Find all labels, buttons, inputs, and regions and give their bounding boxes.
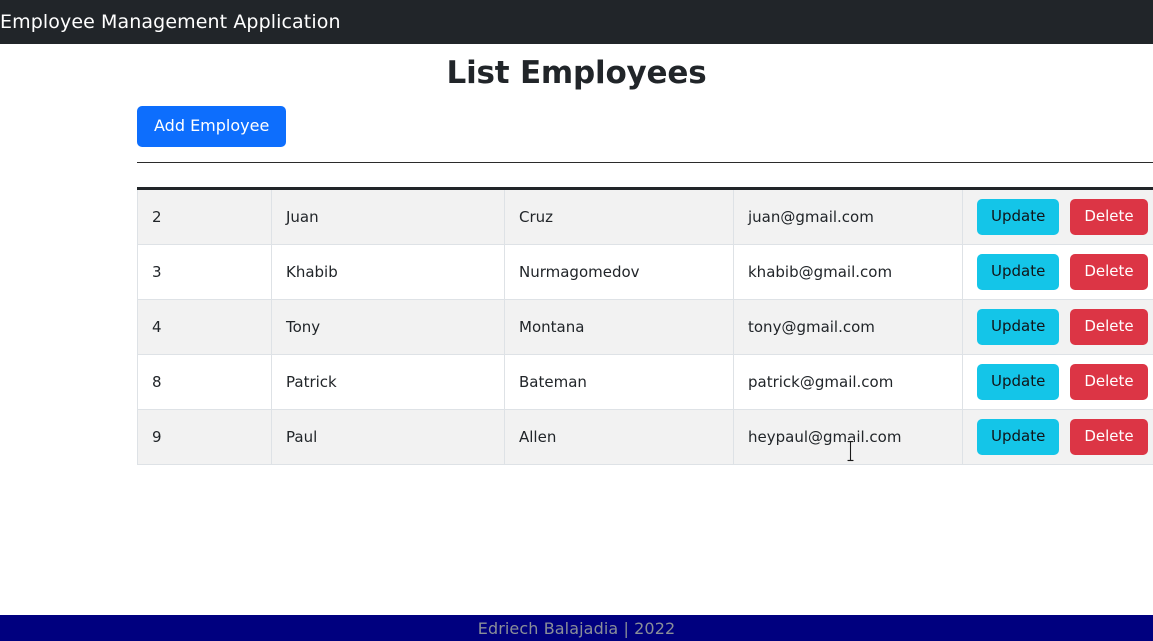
- cell-id: 2: [137, 188, 272, 245]
- delete-button[interactable]: Delete: [1070, 419, 1148, 455]
- table-row: 9 Paul Allen heypaul@gmail.com Update Delete: [137, 409, 1153, 465]
- cell-last-name: Nurmagomedov: [504, 244, 734, 300]
- delete-button[interactable]: Delete: [1070, 199, 1148, 235]
- table-row: 4 Tony Montana tony@gmail.com Update Delete: [137, 299, 1153, 355]
- section-divider: [137, 162, 1153, 163]
- cell-actions: Update Delete: [962, 299, 1153, 355]
- cell-id: 4: [137, 299, 272, 355]
- page-title: List Employees: [446, 55, 707, 91]
- cell-actions: Update Delete: [962, 354, 1153, 410]
- cell-last-name: Montana: [504, 299, 734, 355]
- cell-first-name: Tony: [271, 299, 505, 355]
- update-button[interactable]: Update: [977, 419, 1060, 455]
- cell-first-name: Patrick: [271, 354, 505, 410]
- footer-bar: Edriech Balajadia | 2022: [0, 615, 1153, 641]
- update-button[interactable]: Update: [977, 364, 1060, 400]
- delete-button[interactable]: Delete: [1070, 309, 1148, 345]
- footer-credit: Edriech Balajadia | 2022: [477, 618, 676, 638]
- cell-email: khabib@gmail.com: [733, 244, 963, 300]
- delete-button[interactable]: Delete: [1070, 364, 1148, 400]
- cell-actions: Update Delete: [962, 244, 1153, 300]
- table-row: 8 Patrick Bateman patrick@gmail.com Update De…: [137, 354, 1153, 410]
- cell-last-name: Bateman: [504, 354, 734, 410]
- cell-id: 3: [137, 244, 272, 300]
- cell-first-name: Khabib: [271, 244, 505, 300]
- cell-email: tony@gmail.com: [733, 299, 963, 355]
- page-content: List Employees Add Employee 2 Juan Cruz jua…: [0, 44, 1153, 465]
- cell-last-name: Allen: [504, 409, 734, 465]
- cell-actions: Update Delete: [962, 188, 1153, 245]
- cell-email: patrick@gmail.com: [733, 354, 963, 410]
- delete-button[interactable]: Delete: [1070, 254, 1148, 290]
- table-row: 3 Khabib Nurmagomedov khabib@gmail.com Updat…: [137, 244, 1153, 300]
- cell-email: heypaul@gmail.com: [733, 409, 963, 465]
- employee-table-body: 2 Juan Cruz juan@gmail.com Update Delete 3 Khab…: [137, 188, 1153, 465]
- cell-first-name: Juan: [271, 188, 505, 245]
- table-row: 2 Juan Cruz juan@gmail.com Update Delete: [137, 188, 1153, 245]
- employee-table-container: 2 Juan Cruz juan@gmail.com Update Delete 3 Khab…: [137, 187, 1153, 465]
- toolbar: Add Employee: [0, 91, 1153, 147]
- cell-first-name: Paul: [271, 409, 505, 465]
- add-employee-button[interactable]: Add Employee: [137, 106, 287, 147]
- update-button[interactable]: Update: [977, 254, 1060, 290]
- cell-actions: Update Delete: [962, 409, 1153, 465]
- update-button[interactable]: Update: [977, 199, 1060, 235]
- cell-id: 9: [137, 409, 272, 465]
- employee-table: 2 Juan Cruz juan@gmail.com Update Delete 3 Khab…: [137, 187, 1153, 465]
- cell-last-name: Cruz: [504, 188, 734, 245]
- update-button[interactable]: Update: [977, 309, 1060, 345]
- cell-email: juan@gmail.com: [733, 188, 963, 245]
- navbar-brand[interactable]: Employee Management Application: [0, 11, 341, 33]
- top-navbar: Employee Management Application: [0, 0, 1153, 44]
- cell-id: 8: [137, 354, 272, 410]
